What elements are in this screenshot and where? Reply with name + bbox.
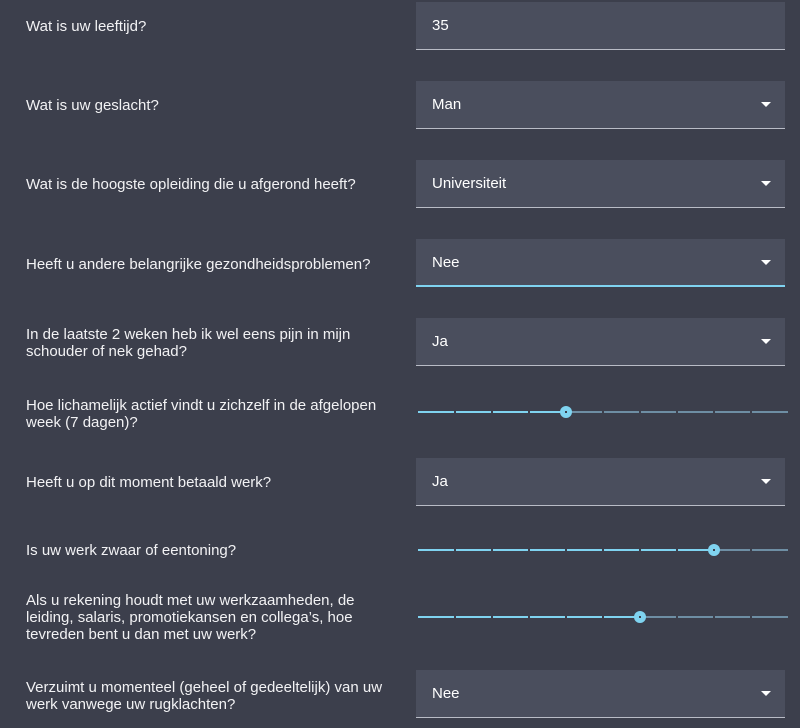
satisfaction-slider[interactable] — [418, 610, 788, 624]
slider-tick — [639, 549, 641, 551]
question-absence-label: Verzuimt u momenteel (geheel of gedeelte… — [26, 679, 383, 713]
slider-tick — [565, 549, 567, 551]
absence-select[interactable]: Nee — [416, 670, 785, 718]
gender-select-value: Man — [432, 96, 462, 113]
slider-tick — [565, 411, 567, 413]
slider-tick — [528, 549, 530, 551]
slider-tick — [602, 616, 604, 618]
slider-tick — [750, 616, 752, 618]
slider-tick — [676, 616, 678, 618]
health-select[interactable]: Nee — [416, 239, 785, 287]
slider-tick — [639, 411, 641, 413]
slider-tick — [676, 549, 678, 551]
questionnaire-form: Wat is uw leeftijd? 35 Wat is uw geslach… — [0, 0, 800, 728]
slider-tick — [565, 616, 567, 618]
slider-tick — [528, 411, 530, 413]
caret-down-icon — [761, 691, 771, 696]
question-pain-label: In de laatste 2 weken heb ik wel eens pi… — [26, 326, 351, 360]
slider-tick — [454, 616, 456, 618]
education-select-value: Universiteit — [432, 175, 507, 192]
question-heavy-work-label: Is uw werk zwaar of eentoning? — [26, 542, 237, 559]
pain-select[interactable]: Ja — [416, 318, 785, 366]
slider-tick — [491, 411, 493, 413]
slider-tick — [602, 411, 604, 413]
question-paid-work-label: Heeft u op dit moment betaald werk? — [26, 474, 272, 491]
question-education-label: Wat is de hoogste opleiding die u afgero… — [26, 176, 356, 193]
slider-tick — [454, 549, 456, 551]
paid-work-select-value: Ja — [432, 473, 448, 490]
paid-work-select[interactable]: Ja — [416, 458, 785, 506]
caret-down-icon — [761, 260, 771, 265]
caret-down-icon — [761, 479, 771, 484]
slider-tick — [491, 616, 493, 618]
slider-tick — [713, 616, 715, 618]
slider-tick — [454, 411, 456, 413]
slider-tick — [602, 549, 604, 551]
pain-select-value: Ja — [432, 333, 448, 350]
slider-tick — [713, 549, 715, 551]
slider-tick — [713, 411, 715, 413]
question-satisfaction-label: Als u rekening houdt met uw werkzaamhede… — [26, 592, 355, 643]
caret-down-icon — [761, 181, 771, 186]
slider-tick — [528, 616, 530, 618]
heavy-work-slider[interactable] — [418, 543, 788, 557]
health-select-value: Nee — [432, 254, 460, 271]
caret-down-icon — [761, 102, 771, 107]
age-input-value: 35 — [432, 17, 449, 34]
question-health-label: Heeft u andere belangrijke gezondheidspr… — [26, 256, 371, 273]
slider-tick — [750, 411, 752, 413]
education-select[interactable]: Universiteit — [416, 160, 785, 208]
slider-tick — [639, 616, 641, 618]
age-input[interactable]: 35 — [416, 2, 785, 50]
question-gender-label: Wat is uw geslacht? — [26, 97, 159, 114]
slider-tick — [491, 549, 493, 551]
question-age-label: Wat is uw leeftijd? — [26, 18, 147, 35]
slider-tick — [750, 549, 752, 551]
caret-down-icon — [761, 339, 771, 344]
question-activity-label: Hoe lichamelijk actief vindt u zichzelf … — [26, 397, 377, 431]
gender-select[interactable]: Man — [416, 81, 785, 129]
activity-slider[interactable] — [418, 405, 788, 419]
slider-tick — [676, 411, 678, 413]
absence-select-value: Nee — [432, 685, 460, 702]
